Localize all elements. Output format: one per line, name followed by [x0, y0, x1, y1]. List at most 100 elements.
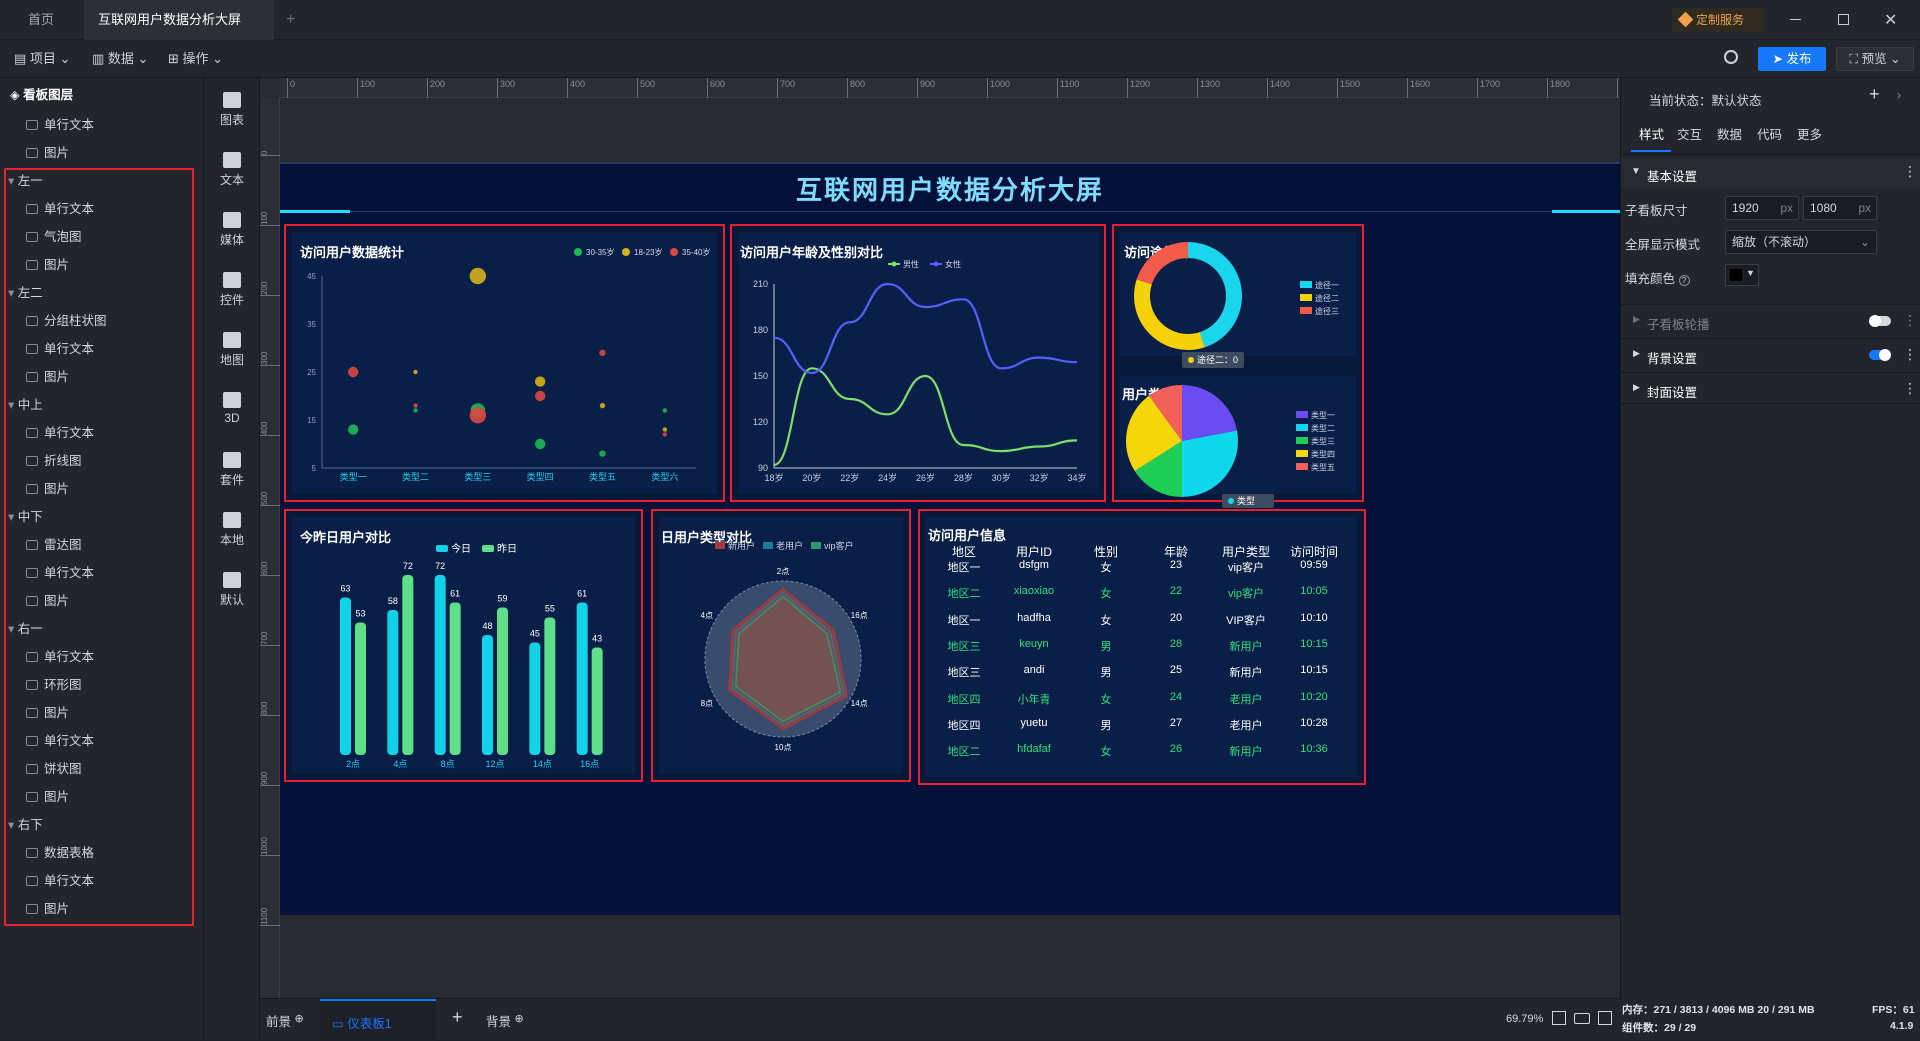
layer-back[interactable]: 背景 ⊕: [486, 1011, 524, 1030]
tool-3d[interactable]: 3D: [204, 392, 260, 425]
ruler-tick: 400: [260, 414, 280, 436]
menu-project-label: 项目: [29, 51, 56, 66]
panel-user-stats: 访问用户数据统计 5 15 25 35 45 类型一 类型二 类型三 类型四 类型五 类型六 30-3…: [284, 224, 725, 502]
toggle-off[interactable]: [1869, 315, 1891, 327]
x-tick-label: 16点: [580, 759, 599, 769]
table-cell: 女: [1100, 614, 1112, 627]
more-icon[interactable]: ⋮: [1903, 312, 1917, 329]
keyboard-icon[interactable]: [1574, 1013, 1590, 1024]
component-toolbox: 图表 文本 媒体 控件 地图 3D 套件 本地 默认: [204, 78, 260, 1040]
tab-active[interactable]: 互联网用户数据分析大屏: [84, 0, 274, 63]
y-tick-label: 35: [307, 320, 316, 329]
preview-button[interactable]: ⛶ 预览 ⌄: [1836, 47, 1914, 71]
cube-icon: [223, 392, 241, 408]
more-icon[interactable]: ⋮: [1903, 380, 1917, 397]
fill-color-picker[interactable]: ▼: [1725, 264, 1759, 286]
tab-data[interactable]: 数据: [1717, 124, 1742, 143]
more-icon[interactable]: ⋮: [1903, 346, 1917, 363]
x-tick-label: 22岁: [840, 472, 859, 483]
board-tab[interactable]: ▭ 仪表板1: [320, 999, 436, 1041]
tool-media[interactable]: 媒体: [204, 212, 260, 248]
publish-button[interactable]: ➤ 发布: [1758, 47, 1826, 71]
tool-kit[interactable]: 套件: [204, 452, 260, 488]
y-tick-label: 25: [307, 368, 316, 377]
table-cell: 10:36: [1300, 743, 1328, 756]
add-board-icon[interactable]: +: [452, 1007, 463, 1028]
ruler-left: 0 100 200 300 400 500 600 700 800 900 1000 1100: [260, 98, 280, 998]
legend-label: 类型五: [1311, 462, 1335, 472]
more-icon[interactable]: ⋮: [1903, 163, 1917, 180]
data-label: 55: [545, 604, 555, 614]
ruler-tick: 1800: [1547, 78, 1570, 98]
fit-screen-icon[interactable]: [1552, 1011, 1566, 1025]
height-input[interactable]: 1080 px: [1803, 196, 1877, 220]
tooltip-dot: [1188, 357, 1194, 363]
tool-map[interactable]: 地图: [204, 332, 260, 368]
table-cell: 男: [1100, 667, 1112, 680]
chevron-down-icon: ⌄: [1859, 235, 1870, 249]
tab-home[interactable]: 首页: [14, 0, 74, 40]
header-underline: [350, 211, 1552, 212]
section-cover[interactable]: ▶ 封面设置 ⋮: [1621, 372, 1920, 404]
toggle-on[interactable]: [1869, 349, 1891, 361]
tab-code[interactable]: 代码: [1757, 124, 1782, 143]
table-header: 年龄: [1163, 545, 1188, 559]
maximize-icon[interactable]: [1838, 14, 1849, 25]
minimize-icon[interactable]: [1790, 19, 1801, 20]
width-input[interactable]: 1920 px: [1725, 196, 1799, 220]
layer-item[interactable]: 单行文本: [26, 112, 94, 138]
menu-operate[interactable]: ⊞ 操作 ⌄: [168, 49, 223, 69]
ruler-tick: 400: [567, 78, 585, 98]
layer-label: 单行文本: [44, 118, 95, 132]
chevron-right-icon[interactable]: ›: [1897, 88, 1901, 102]
tab-more[interactable]: 更多: [1797, 124, 1822, 143]
canvas-area[interactable]: 0 100 200 300 400 500 600 700 800 900 1000 1100 1200…: [260, 78, 1620, 998]
add-state-icon[interactable]: +: [1869, 84, 1880, 105]
tab-style[interactable]: 样式: [1639, 124, 1664, 143]
legend-label: 30-35岁: [586, 247, 614, 257]
tool-kit-label: 套件: [219, 473, 244, 487]
close-icon[interactable]: ✕: [1884, 10, 1897, 30]
pie-slice: [1182, 430, 1238, 497]
ruler-top: 0 100 200 300 400 500 600 700 800 900 1000 1100 1200…: [280, 78, 1620, 98]
panel-daily-type: 日用户类型对比 2点 16点 14点 10点 8点 4点 新用户 老用户 vip客户: [651, 509, 911, 782]
section-basic[interactable]: ▼ 基本设置 ⋮: [1621, 158, 1920, 188]
section-background[interactable]: ▶ 背景设置 ⋮: [1621, 338, 1920, 370]
bar: [340, 597, 351, 755]
dashboard-screen[interactable]: 互联网用户数据分析大屏 访问用户数据统计 5 15 25 35 45 类型一 类型二 类型三类…: [280, 162, 1620, 915]
table-cell: 地区三: [947, 667, 981, 680]
legend-marker: [1300, 307, 1312, 314]
ruler-tick: 500: [637, 78, 655, 98]
search-icon[interactable]: [1724, 50, 1738, 64]
tool-control[interactable]: 控件: [204, 272, 260, 308]
layer-front[interactable]: 前景 ⊕: [266, 1011, 304, 1030]
tool-local[interactable]: 本地: [204, 512, 260, 548]
legend-marker: [436, 545, 448, 552]
diamond-icon: [1677, 11, 1694, 28]
ruler-tick: 100: [357, 78, 375, 98]
terminal-icon[interactable]: [1598, 1011, 1612, 1025]
panel-today-yesterday: 今昨日用户对比 63 53 2点 58 72 4点 72 61 8点 48 59 12点 45 55 14点…: [284, 509, 643, 782]
custom-service-button[interactable]: 定制服务: [1672, 8, 1764, 32]
tab-active-label: 互联网用户数据分析大屏: [98, 12, 242, 27]
tab-interaction[interactable]: 交互: [1677, 124, 1702, 143]
tool-default[interactable]: 默认: [204, 572, 260, 608]
data-label: 58: [388, 596, 398, 606]
tool-text[interactable]: 文本: [204, 152, 260, 188]
puzzle-icon: [223, 512, 241, 528]
property-panel: 当前状态：默认状态 + › 样式 交互 数据 代码 更多 ▼ 基本设置 ⋮ 子看…: [1620, 78, 1920, 1000]
data-label: 61: [577, 589, 587, 599]
menu-data[interactable]: ▥ 数据 ⌄: [92, 49, 148, 69]
y-tick-label: 150: [753, 371, 768, 381]
legend-label: 昨日: [497, 543, 517, 555]
series-line: [773, 282, 1078, 375]
new-tab-icon[interactable]: +: [272, 0, 309, 40]
layer-item[interactable]: 图片: [26, 140, 69, 166]
custom-service-label: 定制服务: [1696, 13, 1745, 27]
tool-chart[interactable]: 图表: [204, 92, 260, 128]
menu-project[interactable]: ▤ 项目 ⌄: [14, 49, 70, 69]
fullscreen-select[interactable]: 缩放（不滚动） ⌄: [1725, 230, 1877, 254]
section-carousel[interactable]: ▶ 子看板轮播 ⋮: [1621, 304, 1920, 336]
ruler-tick: 1100: [1057, 78, 1079, 98]
tooltip-dot: [1228, 498, 1234, 504]
